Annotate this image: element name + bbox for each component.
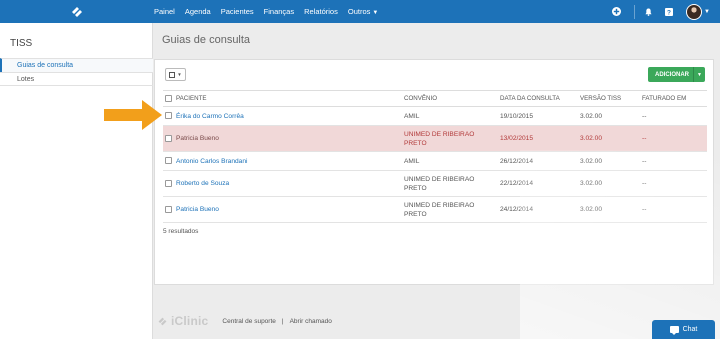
- nav-outros[interactable]: Outros ▼: [348, 7, 378, 16]
- chat-bubble-icon: [669, 326, 679, 335]
- column-faturado-em[interactable]: FATURADO EM: [640, 90, 707, 107]
- sidebar-title: TISS: [10, 38, 33, 49]
- plus-circle-icon[interactable]: [612, 7, 622, 16]
- chat-label: Chat: [682, 326, 698, 333]
- sidebar-item-guias-de-consulta[interactable]: Guias de consulta: [0, 58, 153, 72]
- sidebar: TISS Guias de consulta Lotes: [0, 23, 153, 339]
- sidebar-item-lotes[interactable]: Lotes: [0, 72, 153, 86]
- billed-cell: --: [640, 151, 707, 171]
- top-navbar: Painel Agenda Pacientes Finanças Relatór…: [0, 0, 720, 23]
- version-cell: 3.02.00: [578, 196, 640, 223]
- bulk-select-dropdown[interactable]: ▼: [165, 68, 186, 81]
- add-button[interactable]: ADICIONAR ▼: [648, 67, 705, 82]
- avatar: [686, 3, 703, 20]
- patient-link[interactable]: Antonio Carlos Brandani: [176, 158, 247, 165]
- table-row[interactable]: Patricia Bueno UNIMED DE RIBEIRAO PRETO …: [163, 125, 707, 152]
- page-title: Guias de consulta: [162, 34, 251, 46]
- row-checkbox[interactable]: [165, 134, 172, 142]
- chat-button[interactable]: Chat: [652, 320, 715, 339]
- insurance-cell: UNIMED DE RIBEIRAO PRETO: [402, 125, 498, 152]
- row-checkbox[interactable]: [165, 112, 172, 120]
- version-cell: 3.02.00: [578, 106, 640, 126]
- row-checkbox[interactable]: [165, 157, 172, 165]
- footer-separator: |: [281, 317, 284, 325]
- iclinic-mark-icon: [158, 317, 167, 325]
- iclinic-mark-icon: [71, 6, 82, 17]
- insurance-cell: UNIMED DE RIBEIRAO PRETO: [402, 170, 498, 197]
- guides-table: PACIENTE CONVÊNIO DATA DA CONSULTA VERSÃ…: [163, 90, 707, 223]
- nav-painel[interactable]: Painel: [154, 7, 175, 16]
- patient-link[interactable]: Patricia Bueno: [174, 125, 402, 152]
- patient-link[interactable]: Érika do Carmo Corrêa: [176, 113, 244, 120]
- table-row[interactable]: Antonio Carlos Brandani AMIL 26/12/2014 …: [163, 151, 707, 171]
- chevron-down-icon[interactable]: ▼: [694, 72, 705, 78]
- add-button-label: ADICIONAR: [655, 71, 689, 78]
- nav-agenda[interactable]: Agenda: [185, 7, 211, 16]
- user-menu[interactable]: ▼: [686, 3, 710, 20]
- row-checkbox[interactable]: [165, 179, 172, 187]
- nav-outros-label: Outros: [347, 7, 371, 16]
- select-all-checkbox[interactable]: [165, 94, 172, 102]
- results-count: 5 resultados: [163, 228, 199, 235]
- table-row[interactable]: Érika do Carmo Corrêa AMIL 19/10/2015 3.…: [163, 106, 707, 126]
- bell-icon[interactable]: [645, 8, 652, 16]
- date-cell: 26/12/2014: [498, 151, 578, 171]
- svg-text:?: ?: [667, 9, 671, 16]
- app-logo[interactable]: [0, 0, 153, 23]
- version-cell: 3.02.00: [578, 125, 640, 152]
- footer-brand: iClinic: [171, 314, 209, 328]
- version-cell: 3.02.00: [578, 170, 640, 197]
- nav-pacientes[interactable]: Pacientes: [221, 7, 254, 16]
- support-link[interactable]: Central de suporte: [222, 318, 275, 325]
- version-cell: 3.02.00: [578, 151, 640, 171]
- table-header: PACIENTE CONVÊNIO DATA DA CONSULTA VERSÃ…: [163, 90, 707, 107]
- date-cell: 19/10/2015: [498, 106, 578, 126]
- insurance-cell: AMIL: [402, 106, 498, 126]
- row-checkbox[interactable]: [165, 205, 172, 213]
- column-paciente[interactable]: PACIENTE: [174, 90, 402, 107]
- column-data-consulta[interactable]: DATA DA CONSULTA: [498, 90, 578, 107]
- chevron-down-icon: ▼: [177, 72, 182, 77]
- divider: [634, 4, 636, 19]
- billed-cell: --: [640, 106, 707, 126]
- top-actions: ? ▼: [612, 0, 720, 23]
- date-cell: 13/02/2015: [498, 125, 578, 152]
- billed-cell: --: [640, 125, 707, 152]
- open-ticket-link[interactable]: Abrir chamado: [290, 318, 332, 325]
- nav-financas[interactable]: Finanças: [264, 7, 294, 16]
- column-versao-tiss[interactable]: VERSÃO TISS: [578, 90, 640, 107]
- checkbox-icon: [169, 71, 176, 78]
- sidebar-menu: Guias de consulta Lotes: [0, 58, 153, 86]
- help-icon[interactable]: ?: [665, 7, 674, 16]
- date-cell: 22/12/2014: [498, 170, 578, 197]
- insurance-cell: AMIL: [402, 151, 498, 171]
- insurance-cell: UNIMED DE RIBEIRAO PRETO: [402, 196, 498, 223]
- nav-relatorios[interactable]: Relatórios: [304, 7, 338, 16]
- chevron-down-icon: ▼: [372, 10, 379, 16]
- guides-panel: ▼ ADICIONAR ▼ PACIENTE CONVÊNIO DATA DA …: [154, 59, 714, 285]
- table-row[interactable]: Patricia Bueno UNIMED DE RIBEIRAO PRETO …: [163, 196, 707, 223]
- billed-cell: --: [640, 170, 707, 197]
- date-cell: 24/12/2014: [498, 196, 578, 223]
- column-convenio[interactable]: CONVÊNIO: [402, 90, 498, 107]
- main-nav: Painel Agenda Pacientes Finanças Relatór…: [154, 0, 388, 23]
- patient-link[interactable]: Roberto de Souza: [176, 180, 229, 187]
- chevron-down-icon: ▼: [704, 8, 710, 15]
- arrow-right-icon: [104, 100, 162, 130]
- footer: iClinic Central de suporte | Abrir chama…: [154, 312, 332, 330]
- table-row[interactable]: Roberto de Souza UNIMED DE RIBEIRAO PRET…: [163, 170, 707, 197]
- patient-link[interactable]: Patricia Bueno: [176, 206, 219, 213]
- footer-logo: iClinic: [157, 314, 208, 328]
- billed-cell: --: [640, 196, 707, 223]
